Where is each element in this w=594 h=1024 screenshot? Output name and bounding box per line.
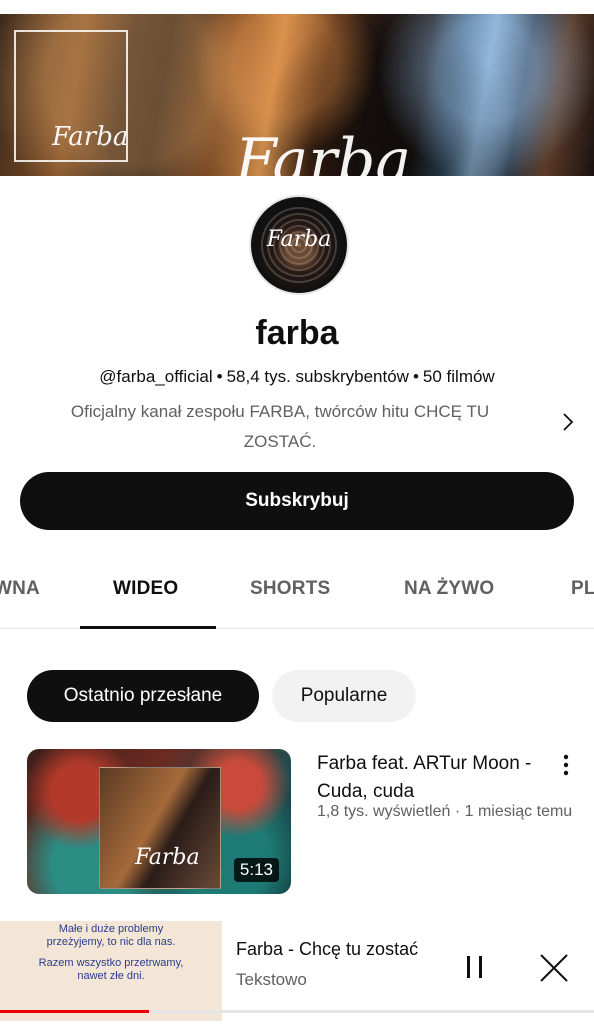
video-duration: 5:13 <box>233 858 279 882</box>
chip-popularne[interactable]: Popularne <box>272 670 416 722</box>
channel-name: farba <box>255 314 339 352</box>
video-thumbnail[interactable]: Farba 5:13 <box>27 749 291 894</box>
lyric-line: nawet złe dni. <box>77 970 145 982</box>
channel-description[interactable]: Oficjalny kanał zespołu FARBA, twórców h… <box>40 397 520 457</box>
banner-logo-small: Farba <box>52 122 129 152</box>
miniplayer-progress[interactable] <box>0 1010 594 1013</box>
channel-tabs: WNA WIDEO SHORTS NA ŻYWO PL <box>0 560 594 629</box>
thumbnail-artwork <box>99 767 221 889</box>
subscribe-button[interactable]: Subskrybuj <box>20 472 574 530</box>
banner-logo-large: Farba <box>235 126 412 176</box>
tab-glowna[interactable]: WNA <box>0 578 40 600</box>
miniplayer-progress-fill <box>0 1010 149 1013</box>
tab-na-zywo[interactable]: NA ŻYWO <box>404 578 494 600</box>
channel-avatar[interactable]: Farba <box>249 195 349 295</box>
lyric-line: przeżyjemy, to nic dla nas. <box>46 936 176 948</box>
channel-meta: @farba_official • 58,4 tys. subskrybentów •… <box>99 367 495 386</box>
more-vert-icon[interactable] <box>556 752 576 778</box>
channel-banner: Farba Farba <box>0 14 594 176</box>
tab-shorts[interactable]: SHORTS <box>250 578 330 600</box>
close-icon[interactable] <box>538 952 570 984</box>
active-tab-indicator <box>80 626 216 629</box>
lyric-line: Razem wszystko przetrwamy, <box>38 957 184 969</box>
pause-icon[interactable] <box>460 952 490 982</box>
video-meta: 1,8 tys. wyświetleń · 1 miesiąc temu <box>317 803 573 820</box>
chevron-right-icon[interactable] <box>556 410 580 434</box>
lyric-line: Małe i duże problemy <box>58 923 164 935</box>
tab-playlisty[interactable]: PL <box>571 578 594 600</box>
video-title[interactable]: Farba feat. ARTur Moon - Cuda, cuda <box>317 750 547 806</box>
thumbnail-logo-text: Farba <box>135 845 200 870</box>
channel-handle: @farba_official <box>99 367 213 386</box>
miniplayer-title[interactable]: Farba - Chcę tu zostać <box>236 939 446 960</box>
subscriber-count: 58,4 tys. subskrybentów <box>226 367 409 386</box>
chip-ostatnio-przeslane[interactable]: Ostatnio przesłane <box>27 670 259 722</box>
miniplayer-thumbnail[interactable]: Małe i duże problemy przeżyjemy, to nic … <box>0 921 222 1021</box>
video-count: 50 filmów <box>422 367 495 386</box>
avatar-logo-text: Farba <box>266 227 332 252</box>
miniplayer-channel: Tekstowo <box>236 970 307 989</box>
tab-wideo[interactable]: WIDEO <box>113 578 178 600</box>
